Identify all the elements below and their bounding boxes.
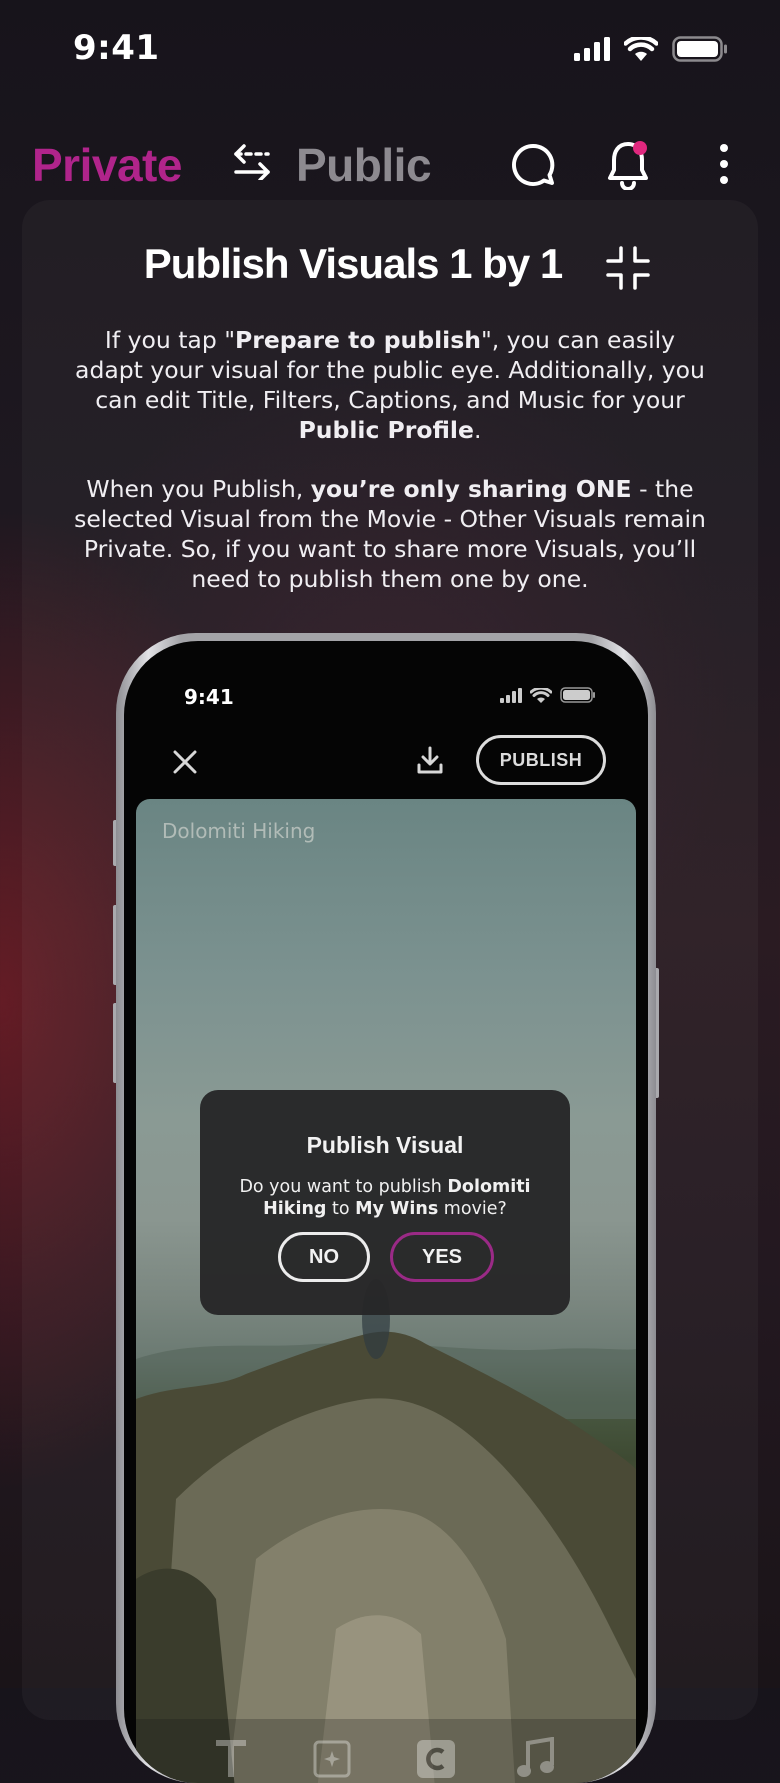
description-publish-one: When you Publish, you’re only sharing ON… <box>74 475 706 593</box>
filter-tool-icon[interactable] <box>312 1739 352 1779</box>
text-tool-icon[interactable] <box>214 1739 248 1779</box>
status-time: 9:41 <box>73 28 160 68</box>
public-mode-tab[interactable]: Public <box>296 138 432 192</box>
phone-cellular-icon <box>500 687 522 703</box>
dialog-title: Publish Visual <box>306 1132 464 1158</box>
description-prepare: If you tap "Prepare to publish", you can… <box>75 326 705 444</box>
dialog-message: Do you want to publish Dolomiti Hiking t… <box>239 1177 531 1219</box>
notification-dot <box>633 141 647 155</box>
music-tool-icon[interactable] <box>516 1737 556 1779</box>
edit-toolbar <box>136 1719 636 1783</box>
download-icon[interactable] <box>416 745 444 775</box>
status-bar: 9:41 <box>0 0 780 100</box>
caption-tool-icon[interactable] <box>416 1739 456 1779</box>
phone-status-icons <box>500 687 596 703</box>
swap-mode-icon[interactable] <box>232 144 272 180</box>
close-icon[interactable] <box>172 749 198 775</box>
cellular-signal-icon <box>574 37 610 61</box>
private-mode-tab[interactable]: Private <box>32 138 182 192</box>
publish-button[interactable]: PUBLISH <box>476 735 606 785</box>
wifi-icon <box>624 37 658 61</box>
more-options-icon[interactable] <box>714 144 734 184</box>
battery-icon <box>672 36 727 62</box>
phone-wifi-icon <box>530 687 552 703</box>
phone-battery-icon <box>560 687 595 703</box>
chat-icon[interactable] <box>510 142 556 188</box>
publish-visual-dialog: Publish Visual Do you want to publish Do… <box>200 1090 570 1315</box>
phone-status-time: 9:41 <box>184 685 234 709</box>
no-button[interactable]: NO <box>278 1232 370 1282</box>
top-nav: Private Public <box>0 130 780 200</box>
visual-title-caption: Dolomiti Hiking <box>162 819 316 843</box>
notification-bell-icon[interactable] <box>606 138 654 190</box>
status-icons <box>574 36 728 62</box>
yes-button[interactable]: YES <box>390 1232 494 1282</box>
collapse-icon[interactable] <box>606 246 650 290</box>
card-title: Publish Visuals 1 by 1 <box>143 240 563 287</box>
